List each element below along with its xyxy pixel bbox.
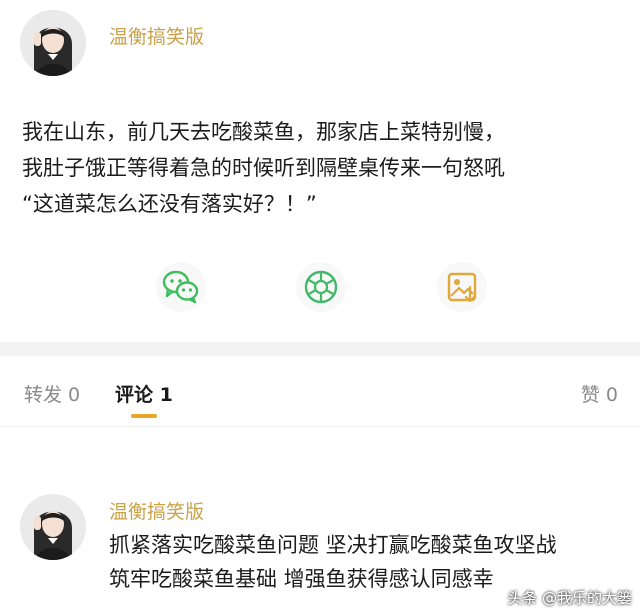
post-header: 温衡搞笑版 bbox=[20, 10, 204, 78]
avatar[interactable] bbox=[20, 10, 86, 76]
comment-text: 抓紧落实吃酸菜鱼问题 坚决打赢吃酸菜鱼攻坚战 筑牢吃酸菜鱼基础 增强鱼获得感认同… bbox=[109, 528, 629, 596]
comment-text-line: 抓紧落实吃酸菜鱼问题 坚决打赢吃酸菜鱼攻坚战 bbox=[109, 533, 557, 557]
tabs-divider bbox=[0, 426, 640, 427]
post-author-name[interactable]: 温衡搞笑版 bbox=[109, 22, 204, 49]
post-text-line: 我在山东，前几天去吃酸菜鱼，那家店上菜特别慢， bbox=[22, 120, 505, 144]
tab-repost[interactable]: 转发 0 bbox=[24, 380, 80, 407]
share-image-button[interactable] bbox=[437, 262, 487, 312]
comment-avatar[interactable] bbox=[20, 494, 86, 560]
post-text-line: 我肚子饿正等得着急的时候听到隔壁桌传来一句怒吼 bbox=[22, 156, 505, 180]
post-content: 我在山东，前几天去吃酸菜鱼，那家店上菜特别慢， 我肚子饿正等得着急的时候听到隔壁… bbox=[22, 114, 622, 222]
watermark: 头条 @我乐的大篓 bbox=[507, 589, 632, 607]
share-wechat-button[interactable] bbox=[156, 262, 206, 312]
comment-author-name[interactable]: 温衡搞笑版 bbox=[109, 497, 204, 524]
avatar-image bbox=[20, 494, 86, 560]
share-row bbox=[0, 262, 640, 312]
share-moments-button[interactable] bbox=[296, 262, 346, 312]
image-download-icon bbox=[447, 272, 477, 303]
interaction-tabs: 转发 0 评论 1 赞 0 bbox=[0, 372, 640, 418]
section-divider bbox=[0, 342, 640, 356]
wechat-icon bbox=[162, 270, 199, 304]
post-text-line: “这道菜怎么还没有落实好？！” bbox=[22, 192, 317, 216]
moments-icon bbox=[304, 270, 338, 304]
tab-comments[interactable]: 评论 1 bbox=[115, 380, 173, 407]
active-tab-indicator bbox=[131, 414, 157, 418]
tab-likes[interactable]: 赞 0 bbox=[581, 380, 618, 407]
avatar-image bbox=[20, 10, 86, 76]
